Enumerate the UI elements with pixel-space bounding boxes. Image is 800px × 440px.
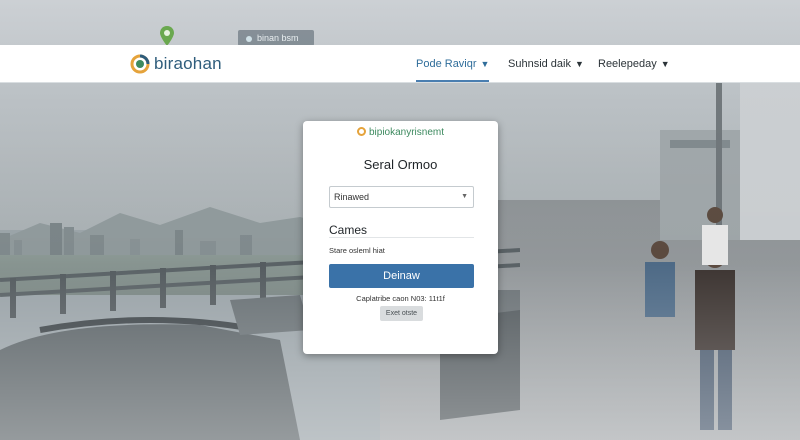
brand-logo[interactable]: biraohan [130, 53, 222, 75]
site-header: biraohan Pode Raviqr ▼ Suhnsid daik ▼ Re… [0, 45, 800, 83]
chevron-down-icon: ▼ [480, 58, 490, 69]
nav-item-1[interactable]: Pode Raviqr ▼ [416, 45, 490, 82]
chevron-down-icon: ▼ [575, 58, 584, 69]
section-title: Cames [329, 223, 368, 237]
nav-item-label: Pode Raviqr [416, 57, 477, 70]
address-text: binan bsm [257, 33, 299, 43]
chevron-down-icon: ▼ [660, 58, 670, 69]
primary-button[interactable]: Deinaw [329, 264, 474, 288]
secondary-button[interactable]: Exet otste [380, 306, 423, 321]
card-title: Seral Ormoo [363, 157, 438, 172]
signin-card: bipiokanyrisnemt Seral Ormoo Rinawed ▼ C… [303, 121, 498, 354]
brand-mark-icon [356, 127, 366, 136]
nav-item-2[interactable]: Suhnsid daik ▼ [508, 45, 584, 82]
chevron-down-icon: ▼ [461, 193, 468, 200]
site-icon [246, 35, 252, 42]
hint-text: Stare osleml hiat [329, 246, 385, 255]
brand-name: biraohan [154, 54, 222, 73]
section-divider [329, 237, 474, 238]
meta-text: Caplatribe caon N03: 11t1f [356, 294, 445, 303]
nav-item-label: Suhnsid daik [508, 57, 571, 70]
card-brand: bipiokanyrisnemt [303, 127, 498, 138]
select-value: Rinawed [334, 192, 370, 202]
nav-item-3[interactable]: Reelepeday ▼ [598, 45, 670, 82]
brand-logo-icon [130, 54, 150, 74]
browser-top-strip: binan bsm [0, 0, 800, 46]
address-chip[interactable]: binan bsm [238, 30, 314, 46]
card-brand-text: bipiokanyrisnemt [368, 127, 445, 138]
account-select[interactable]: Rinawed ▼ [329, 186, 474, 208]
location-pin-icon [160, 26, 174, 46]
nav-item-label: Reelepeday [598, 57, 657, 70]
